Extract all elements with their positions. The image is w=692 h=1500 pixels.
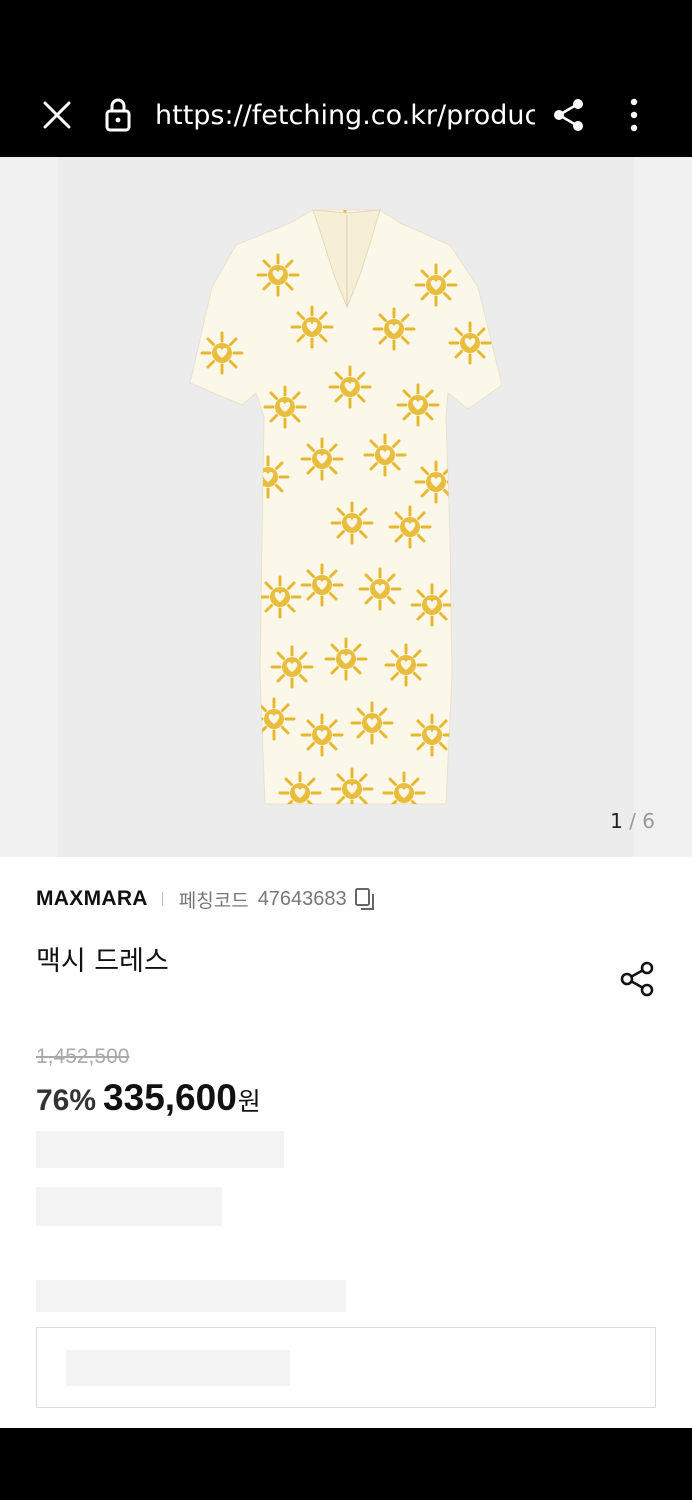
loading-placeholder bbox=[36, 1187, 222, 1226]
share-icon[interactable] bbox=[618, 959, 658, 999]
currency-unit: 원 bbox=[237, 1087, 261, 1116]
product-gallery[interactable]: 1 / 6 bbox=[0, 157, 692, 857]
option-selector[interactable] bbox=[36, 1327, 656, 1408]
brand-row: MAXMARA 페칭코드 47643683 bbox=[36, 885, 376, 913]
counter-current: 1 bbox=[610, 809, 623, 833]
loading-placeholder bbox=[36, 1280, 346, 1312]
lock-icon bbox=[105, 98, 131, 132]
page-content: 1 / 6 MAXMARA 페칭코드 47643683 맥시 드레스 1,452… bbox=[0, 157, 692, 1428]
close-icon[interactable] bbox=[38, 96, 76, 134]
system-navigation-bar bbox=[0, 1428, 692, 1500]
browser-toolbar: https://fetching.co.kr/produc bbox=[0, 0, 692, 157]
fetching-code-value: 47643683 bbox=[257, 887, 347, 910]
loading-placeholder bbox=[36, 1131, 284, 1168]
product-title: 맥시 드레스 bbox=[36, 946, 169, 977]
counter-total: 6 bbox=[642, 809, 655, 833]
sale-price: 335,600 bbox=[103, 1077, 237, 1118]
url-bar[interactable]: https://fetching.co.kr/produc bbox=[155, 96, 535, 136]
brand-name[interactable]: MAXMARA bbox=[36, 887, 148, 911]
original-price: 1,452,500 bbox=[36, 1045, 130, 1068]
share-icon[interactable] bbox=[550, 96, 588, 134]
copy-icon[interactable] bbox=[354, 887, 376, 911]
loading-placeholder bbox=[66, 1350, 290, 1386]
discount-rate: 76% bbox=[36, 1084, 97, 1117]
fetching-code-label: 페칭코드 bbox=[178, 889, 249, 912]
divider bbox=[161, 892, 163, 906]
more-vert-icon[interactable] bbox=[618, 96, 650, 134]
price-row: 76% 335,600 원 bbox=[36, 1077, 261, 1119]
dress-product-image[interactable] bbox=[0, 157, 692, 857]
image-counter: 1 / 6 bbox=[610, 809, 655, 833]
counter-separator: / bbox=[629, 809, 636, 833]
